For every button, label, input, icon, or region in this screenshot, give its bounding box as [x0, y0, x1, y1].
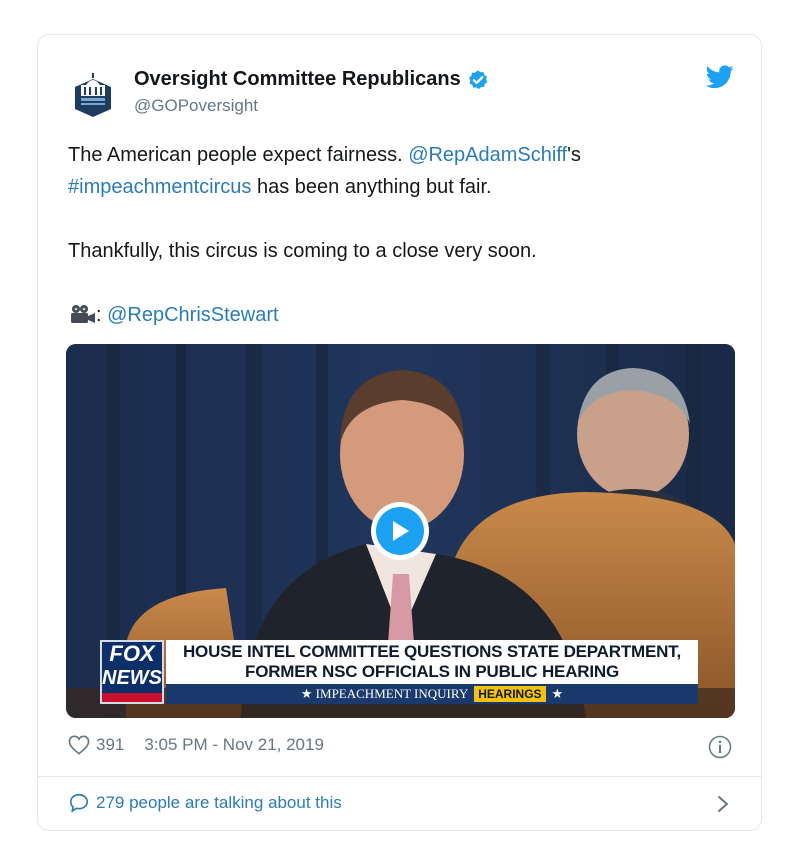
- chevron-right-icon[interactable]: [716, 795, 730, 813]
- subbar-star: ★: [551, 686, 564, 701]
- account-handle[interactable]: @GOPoversight: [134, 96, 258, 116]
- headline-line-2: FORMER NSC OFFICIALS IN PUBLIC HEARING: [245, 662, 619, 681]
- tweet-line-3: Thankfully, this circus is coming to a c…: [68, 240, 537, 262]
- tweet-timestamp[interactable]: 3:05 PM - Nov 21, 2019: [144, 735, 324, 755]
- play-button[interactable]: [371, 502, 429, 560]
- mention-link-repadamschiff[interactable]: @RepAdamSchiff: [408, 144, 567, 166]
- capitol-logo[interactable]: [73, 71, 113, 119]
- fox-logo-word: FOX: [109, 641, 155, 666]
- movie-camera-icon: [71, 305, 95, 323]
- account-name-text[interactable]: Oversight Committee Republicans: [134, 68, 461, 91]
- hashtag-link[interactable]: #impeachmentcircus: [68, 176, 251, 198]
- news-subbar: ★ IMPEACHMENT INQUIRY HEARINGS ★: [166, 684, 698, 704]
- tweet-text-segment: The American people expect fairness.: [68, 144, 409, 166]
- subbar-label: ★ IMPEACHMENT INQUIRY: [300, 686, 469, 701]
- possessive-suffix: 's: [567, 144, 581, 166]
- heart-icon[interactable]: [68, 735, 90, 755]
- fox-news-logo: FOX NEWS: [100, 640, 164, 704]
- tweet-text: The American people expect fairness. @Re…: [68, 139, 728, 331]
- tweet-line-2: #impeachmentcircus has been anything but…: [68, 171, 728, 203]
- info-icon[interactable]: [708, 735, 732, 759]
- embedded-tweet-card: Oversight Committee Republicans @GOPover…: [37, 34, 762, 831]
- tweet-credit-line: : @RepChrisStewart: [68, 299, 728, 331]
- news-logo-word: NEWS: [102, 667, 162, 689]
- tweet-text-segment: has been anything but fair.: [251, 176, 492, 198]
- conversation-text[interactable]: 279 people are talking about this: [96, 793, 342, 813]
- account-name[interactable]: Oversight Committee Republicans: [134, 68, 489, 91]
- speech-bubble-icon: [69, 793, 89, 813]
- footer-divider: [38, 776, 761, 777]
- twitter-bird-icon[interactable]: [706, 65, 734, 89]
- like-count[interactable]: 391: [96, 735, 124, 755]
- video-player[interactable]: FOX NEWS HOUSE INTEL COMMITTEE QUESTIONS…: [66, 344, 735, 718]
- play-icon: [393, 521, 409, 541]
- play-icon-circle: [376, 507, 424, 555]
- mention-link-repchrisstewart[interactable]: @RepChrisStewart: [107, 304, 278, 326]
- verified-badge-icon: [468, 69, 488, 89]
- credit-separator: :: [96, 304, 108, 326]
- conversation-link[interactable]: 279 people are talking about this: [68, 792, 342, 814]
- news-lower-third: FOX NEWS HOUSE INTEL COMMITTEE QUESTIONS…: [100, 640, 698, 704]
- hearings-badge: HEARINGS: [474, 686, 546, 702]
- tweet-footer: 391 3:05 PM - Nov 21, 2019: [68, 735, 324, 755]
- news-headline: HOUSE INTEL COMMITTEE QUESTIONS STATE DE…: [166, 640, 698, 684]
- tweet-line-1: The American people expect fairness. @Re…: [68, 139, 728, 171]
- headline-line-1: HOUSE INTEL COMMITTEE QUESTIONS STATE DE…: [182, 642, 682, 661]
